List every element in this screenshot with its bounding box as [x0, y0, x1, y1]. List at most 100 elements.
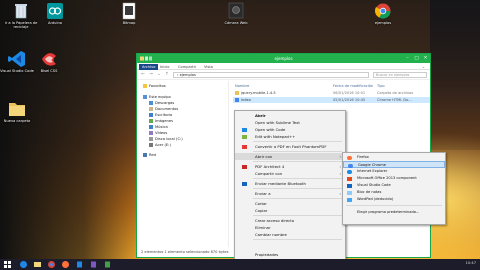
music-icon — [149, 125, 153, 129]
css-icon — [39, 50, 59, 68]
desktop-icon-folder[interactable]: Nueva carpeta — [0, 100, 34, 123]
office-icon — [347, 176, 352, 181]
back-arrow-icon[interactable]: ← — [140, 72, 146, 78]
menu-item-cambiar-nombre[interactable]: Cambiar nombre — [235, 231, 345, 238]
taskbar-firefox-icon[interactable] — [60, 260, 71, 269]
ribbon-tabs: Archivo Inicio Compartir Vista ⌄ — [137, 63, 430, 70]
menu-item-abrir-con[interactable]: Abrir con › — [235, 153, 345, 160]
nav-item[interactable]: Acer (E:) — [149, 142, 171, 148]
menu-separator — [253, 151, 342, 152]
menu-separator — [253, 188, 342, 189]
pictures-icon — [149, 119, 153, 123]
chevron-right-icon: › — [339, 171, 341, 176]
chrome-icon — [373, 2, 393, 20]
open-with-submenu: Firefox Google Chrome Internet Explorer … — [342, 152, 446, 225]
desktop-icon-recycle-bin[interactable]: Ir a la Papelera de reciclaje — [4, 2, 38, 30]
desktop-icon-webcam[interactable]: Cámara Web — [219, 2, 253, 25]
firefox-icon — [347, 155, 352, 160]
submenu-item-vscode[interactable]: Visual Studio Code — [343, 182, 445, 189]
address-bar[interactable]: › ejemplos — [173, 72, 369, 78]
notepadpp-icon — [242, 134, 247, 139]
desktop-icon-label: Ir a la Papelera de reciclaje — [4, 21, 38, 30]
menu-item-copiar[interactable]: Copiar — [235, 207, 345, 214]
drive-icon — [149, 137, 153, 141]
folder-icon — [235, 91, 239, 95]
submenu-item-notepad[interactable]: Bloc de notas — [343, 189, 445, 196]
menu-item-abrir[interactable]: Abrir — [235, 112, 345, 119]
taskbar: 10:47 — [0, 259, 480, 270]
menu-separator — [346, 205, 442, 206]
menu-item-open-code[interactable]: Open with Code — [235, 126, 345, 133]
menu-item-foxit[interactable]: Convertir a PDF en Foxit PhantomPDF — [235, 143, 345, 150]
bluetooth-icon — [242, 181, 247, 186]
videos-icon — [149, 131, 153, 135]
desktop-icon-css[interactable]: Bisel CSS — [32, 50, 66, 73]
window-titlebar[interactable]: ejemplos – □ ✕ — [137, 54, 430, 63]
forward-arrow-icon[interactable]: → — [148, 72, 154, 78]
vscode-icon — [7, 50, 27, 68]
foxit-icon — [242, 144, 247, 149]
menu-item-propiedades[interactable]: Propiedades — [235, 251, 345, 258]
system-clock[interactable]: 10:47 — [466, 261, 476, 265]
submenu-item-choose-default[interactable]: Elegir programa predeterminado... — [343, 209, 445, 216]
menu-item-compartir-con[interactable]: Compartir con › — [235, 170, 345, 177]
maximize-button[interactable]: □ — [412, 54, 421, 63]
chevron-right-icon: › — [339, 164, 341, 169]
submenu-item-chrome[interactable]: Google Chrome — [343, 161, 445, 168]
taskbar-vscode-icon[interactable] — [74, 260, 85, 269]
recent-chevron-icon[interactable]: ⌄ — [156, 72, 162, 78]
column-header-name[interactable]: Nombre — [235, 83, 249, 89]
downloads-icon — [149, 101, 153, 105]
taskbar-app-icon[interactable] — [102, 260, 113, 269]
submenu-item-ie[interactable]: Internet Explorer — [343, 168, 445, 175]
menu-separator — [253, 239, 342, 240]
column-header-type[interactable]: Tipo — [377, 83, 385, 89]
submenu-item-firefox[interactable]: Firefox — [343, 154, 445, 161]
menu-item-eliminar[interactable]: Eliminar — [235, 224, 345, 231]
desktop-icon-label: Bisel CSS — [40, 69, 58, 73]
menu-separator — [253, 161, 342, 162]
menu-item-sublime[interactable]: Open with Sublime Text — [235, 119, 345, 126]
chevron-right-icon: › — [339, 154, 341, 159]
desktop-icon-label: Nueva carpeta — [3, 119, 31, 123]
menu-item-notepadpp[interactable]: Edit with Notepad++ — [235, 133, 345, 140]
file-row-selected[interactable]: index 05/01/2016 10:45 Chrome HTML Do... — [233, 97, 430, 103]
nav-favorites[interactable]: Favoritos — [143, 83, 166, 89]
taskbar-chrome-icon[interactable] — [46, 260, 57, 269]
context-menu: Abrir Open with Sublime Text Open with C… — [234, 110, 346, 262]
address-row: ← → ⌄ ↑ › ejemplos Buscar en ejemplos — [137, 70, 430, 80]
desktop-icon-label: Visual Studio Code — [0, 69, 34, 73]
taskbar-explorer-icon[interactable] — [32, 260, 43, 269]
minimize-button[interactable]: – — [403, 54, 412, 63]
desktop-icon — [149, 113, 153, 117]
vscode-icon — [347, 183, 352, 188]
up-arrow-icon[interactable]: ↑ — [164, 72, 170, 78]
file-row[interactable]: jquery.mobile-1.4.5 06/01/2016 10:01 Car… — [235, 90, 430, 96]
close-button[interactable]: ✕ — [421, 54, 430, 63]
desktop-icon-bitmap[interactable]: Bitmap — [112, 2, 146, 25]
desktop-icon-chrome[interactable]: ejemplos — [366, 2, 400, 25]
start-button[interactable] — [2, 260, 13, 269]
taskbar-ie-icon[interactable] — [18, 260, 29, 269]
column-header-date[interactable]: Fecha de modificación — [333, 83, 373, 89]
vscode-icon — [242, 127, 247, 132]
submenu-item-office[interactable]: Microsoft Office 2013 component — [343, 175, 445, 182]
desktop-icon-arduino[interactable]: Arduino — [38, 2, 72, 25]
menu-separator — [253, 215, 342, 216]
ie-icon — [347, 169, 352, 174]
desktop-icon-vscode[interactable]: Visual Studio Code — [0, 50, 34, 73]
menu-item-acceso-directo[interactable]: Crear acceso directo — [235, 217, 345, 224]
chrome-html-icon — [235, 98, 239, 102]
taskbar-app-icon[interactable] — [88, 260, 99, 269]
menu-item-bluetooth[interactable]: Enviar mediante Bluetooth — [235, 180, 345, 187]
menu-item-enviar-a[interactable]: Enviar a › — [235, 190, 345, 197]
menu-separator — [253, 141, 342, 142]
menu-item-cortar[interactable]: Cortar — [235, 200, 345, 207]
network-icon — [143, 153, 147, 157]
webcam-shortcut-icon — [226, 2, 246, 20]
nav-network[interactable]: Red — [143, 152, 156, 158]
desktop-icon-label: ejemplos — [374, 21, 392, 25]
search-input[interactable]: Buscar en ejemplos — [373, 72, 427, 78]
submenu-item-wordpad[interactable]: WordPad (deducido) — [343, 196, 445, 203]
menu-item-pdf-architect[interactable]: PDF Architect 4 › — [235, 163, 345, 170]
